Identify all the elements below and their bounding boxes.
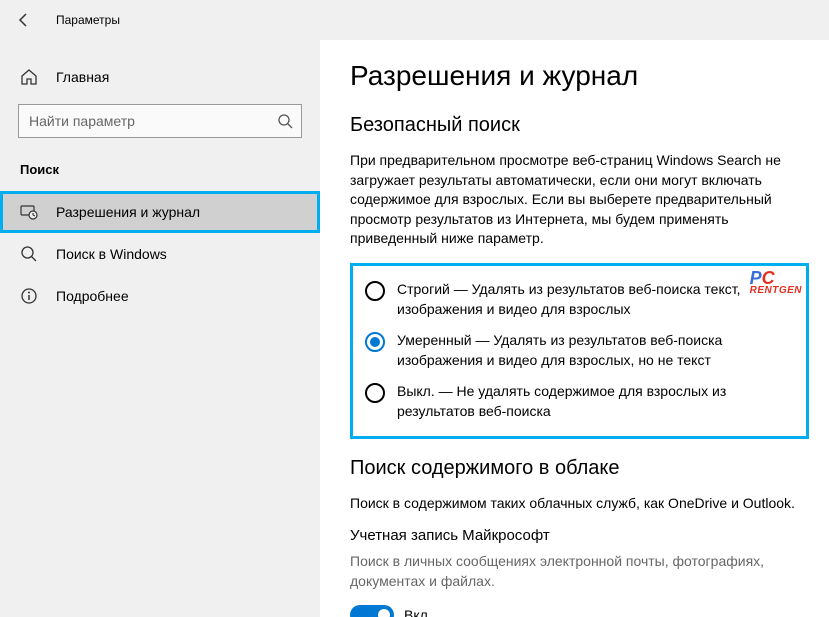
search-input[interactable] [29,113,269,129]
cloud-heading: Поиск содержимого в облаке [350,457,809,480]
magnifier-icon [20,245,38,263]
ms-account-toggle[interactable] [350,605,394,617]
toggle-label: Вкл. [404,607,432,617]
safesearch-intro: При предварительном просмотре веб-страни… [350,151,809,249]
sidebar-item-windows-search[interactable]: Поиск в Windows [0,233,320,275]
radio-label: Выкл. — Не удалять содержимое для взросл… [397,382,794,421]
page-title: Разрешения и журнал [350,60,809,92]
sidebar-item-label: Разрешения и журнал [56,204,200,220]
titlebar: Параметры [0,0,829,40]
window-title: Параметры [56,13,120,27]
radio-button-icon [365,383,385,403]
radio-off[interactable]: Выкл. — Не удалять содержимое для взросл… [365,382,794,421]
sidebar-item-label: Подробнее [56,288,129,304]
info-icon [20,287,38,305]
radio-label: Умеренный — Удалять из результатов веб-п… [397,331,794,370]
watermark-logo: PC RENTGEN [750,268,802,296]
radio-strict[interactable]: Строгий — Удалять из результатов веб-пои… [365,280,794,319]
permissions-icon [20,203,38,221]
sidebar-section-label: Поиск [0,154,320,191]
nav-home[interactable]: Главная [0,60,320,94]
ms-account-title: Учетная запись Майкрософт [350,527,809,544]
cloud-intro: Поиск в содержимом таких облачных служб,… [350,494,809,514]
radio-label: Строгий — Удалять из результатов веб-пои… [397,280,794,319]
sidebar-item-label: Поиск в Windows [56,246,167,262]
radio-button-icon [365,281,385,301]
radio-moderate[interactable]: Умеренный — Удалять из результатов веб-п… [365,331,794,370]
search-icon [277,113,293,129]
nav-home-label: Главная [56,69,109,85]
sidebar-item-permissions[interactable]: Разрешения и журнал [0,191,320,233]
sidebar-item-more[interactable]: Подробнее [0,275,320,317]
ms-account-desc: Поиск в личных сообщениях электронной по… [350,552,809,591]
search-box[interactable] [18,104,302,138]
home-icon [20,68,38,86]
sidebar: Главная Поиск Разрешения и журнал [0,40,320,617]
radio-button-icon [365,332,385,352]
content-area: Разрешения и журнал Безопасный поиск При… [320,40,829,617]
back-button[interactable] [12,8,36,32]
arrow-left-icon [16,12,32,28]
safesearch-options: PC RENTGEN Строгий — Удалять из результа… [350,263,809,439]
safesearch-heading: Безопасный поиск [350,114,809,137]
